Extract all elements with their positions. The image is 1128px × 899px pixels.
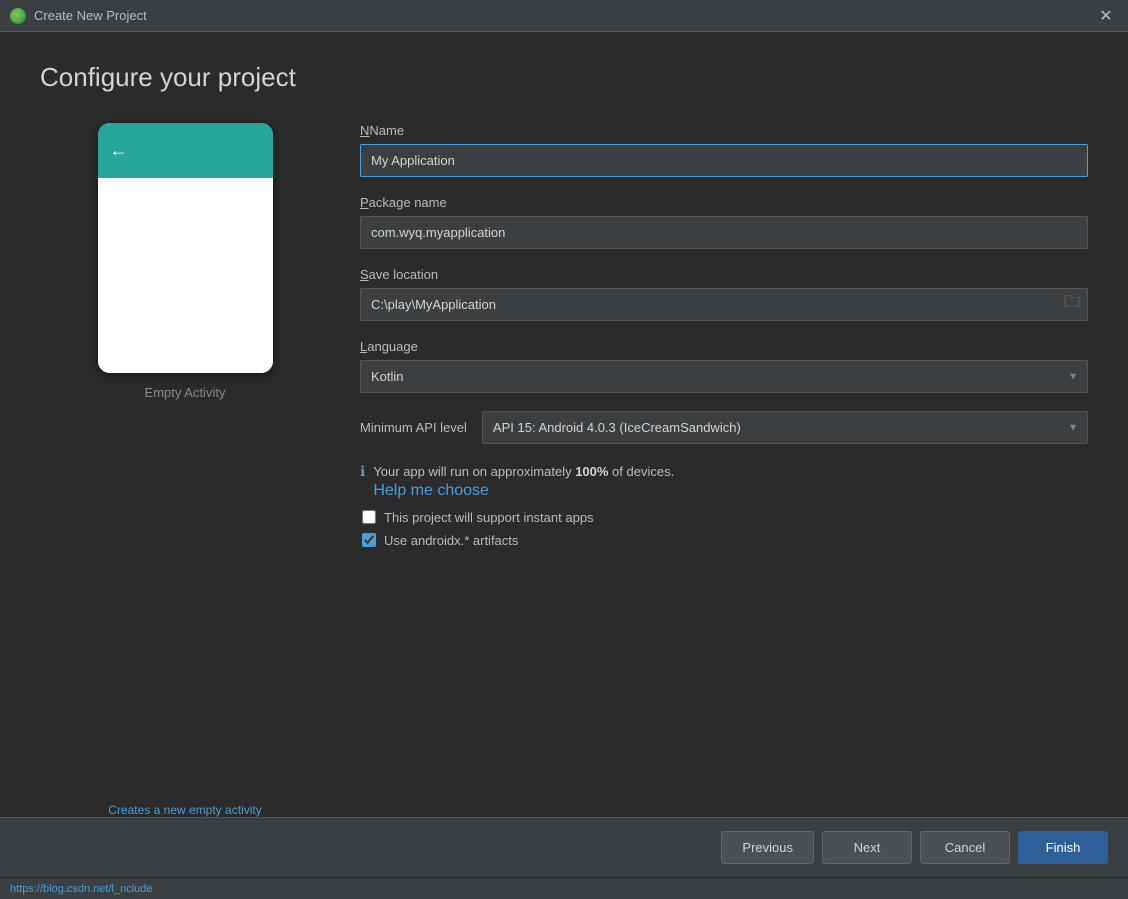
page-title: Configure your project xyxy=(40,62,1088,93)
app-icon xyxy=(10,8,26,24)
language-label: Language xyxy=(360,339,1088,354)
phone-mockup: ← xyxy=(98,123,273,373)
save-location-wrapper: 🗀 xyxy=(360,288,1088,321)
status-url: https://blog.csdn.net/l_nclude xyxy=(10,883,152,895)
cancel-button[interactable]: Cancel xyxy=(920,831,1010,864)
left-panel: ← Empty Activity Creates a new empty act… xyxy=(40,123,330,817)
next-button[interactable]: Next xyxy=(822,831,912,864)
title-bar-text: Create New Project xyxy=(34,8,147,23)
finish-button[interactable]: Finish xyxy=(1018,831,1108,864)
help-me-choose-link[interactable]: Help me choose xyxy=(373,482,674,500)
info-text: Your app will run on approximately 100% … xyxy=(373,464,674,479)
page-header: Configure your project xyxy=(0,32,1128,123)
name-group: NName xyxy=(360,123,1088,177)
activity-label: Empty Activity xyxy=(145,385,226,400)
package-name-input[interactable] xyxy=(360,216,1088,249)
instant-apps-label: This project will support instant apps xyxy=(384,510,594,525)
creates-label: Creates a new empty activity xyxy=(108,783,261,817)
save-location-group: Save location 🗀 xyxy=(360,267,1088,321)
phone-header: ← xyxy=(98,123,273,178)
title-bar: Create New Project ✕ xyxy=(0,0,1128,32)
footer: Previous Next Cancel Finish xyxy=(0,817,1128,877)
phone-body xyxy=(98,178,273,373)
package-name-group: Package name xyxy=(360,195,1088,249)
save-location-label: Save location xyxy=(360,267,1088,282)
content-body: ← Empty Activity Creates a new empty act… xyxy=(0,123,1128,817)
api-row: Minimum API level API 15: Android 4.0.3 … xyxy=(360,411,1088,444)
instant-apps-row: This project will support instant apps xyxy=(362,510,1088,525)
package-name-label: Package name xyxy=(360,195,1088,210)
language-select-wrapper: Kotlin Java xyxy=(360,360,1088,393)
language-select[interactable]: Kotlin Java xyxy=(360,360,1088,393)
info-icon: ℹ xyxy=(360,463,365,480)
name-label: NName xyxy=(360,123,1088,138)
name-input[interactable] xyxy=(360,144,1088,177)
main-content: Configure your project ← Empty Activity … xyxy=(0,32,1128,899)
title-bar-left: Create New Project xyxy=(10,8,147,24)
androidx-checkbox[interactable] xyxy=(362,533,376,547)
instant-apps-checkbox[interactable] xyxy=(362,510,376,524)
folder-icon[interactable]: 🗀 xyxy=(1064,291,1080,318)
androidx-row: Use androidx.* artifacts xyxy=(362,533,1088,548)
right-panel: NName Package name Save location 🗀 xyxy=(360,123,1088,817)
info-content: Your app will run on approximately 100% … xyxy=(373,462,674,500)
info-row: ℹ Your app will run on approximately 100… xyxy=(360,462,1088,500)
previous-button[interactable]: Previous xyxy=(721,831,814,864)
status-bar: https://blog.csdn.net/l_nclude xyxy=(0,877,1128,899)
save-location-input[interactable] xyxy=(360,288,1088,321)
min-api-select-wrapper: API 15: Android 4.0.3 (IceCreamSandwich)… xyxy=(482,411,1088,444)
close-button[interactable]: ✕ xyxy=(1094,4,1118,28)
min-api-select[interactable]: API 15: Android 4.0.3 (IceCreamSandwich)… xyxy=(482,411,1088,444)
language-group: Language Kotlin Java xyxy=(360,339,1088,393)
min-api-label: Minimum API level xyxy=(360,420,467,435)
androidx-label: Use androidx.* artifacts xyxy=(384,533,518,548)
back-arrow-icon: ← xyxy=(110,140,128,161)
